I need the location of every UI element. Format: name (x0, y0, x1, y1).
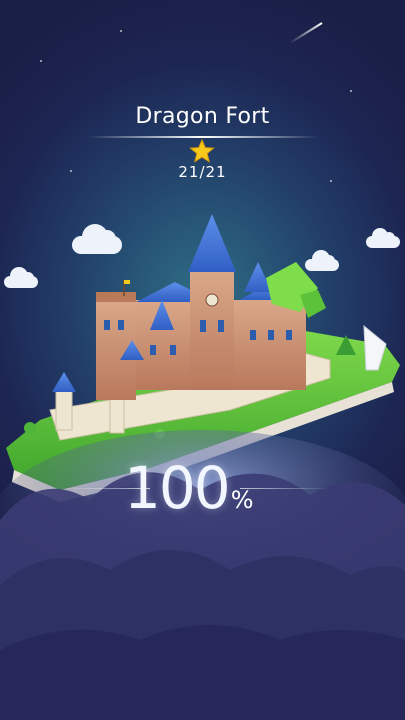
cloud-bank (0, 430, 405, 720)
sky-star (120, 30, 122, 32)
level-title: Dragon Fort (135, 104, 270, 129)
shooting-star (289, 22, 323, 44)
level-progress-count: 21/21 (178, 163, 227, 181)
sky-star (350, 90, 352, 92)
star-icon (189, 139, 215, 163)
completion-unit: % (230, 486, 254, 514)
sky-star (40, 60, 42, 62)
title-divider (88, 136, 318, 138)
level-complete-screen: Dragon Fort 21/21 100% (0, 0, 405, 720)
castle-keep (96, 214, 306, 400)
completion-value: 100 (124, 454, 231, 522)
completion-percent: 100% (124, 454, 254, 522)
